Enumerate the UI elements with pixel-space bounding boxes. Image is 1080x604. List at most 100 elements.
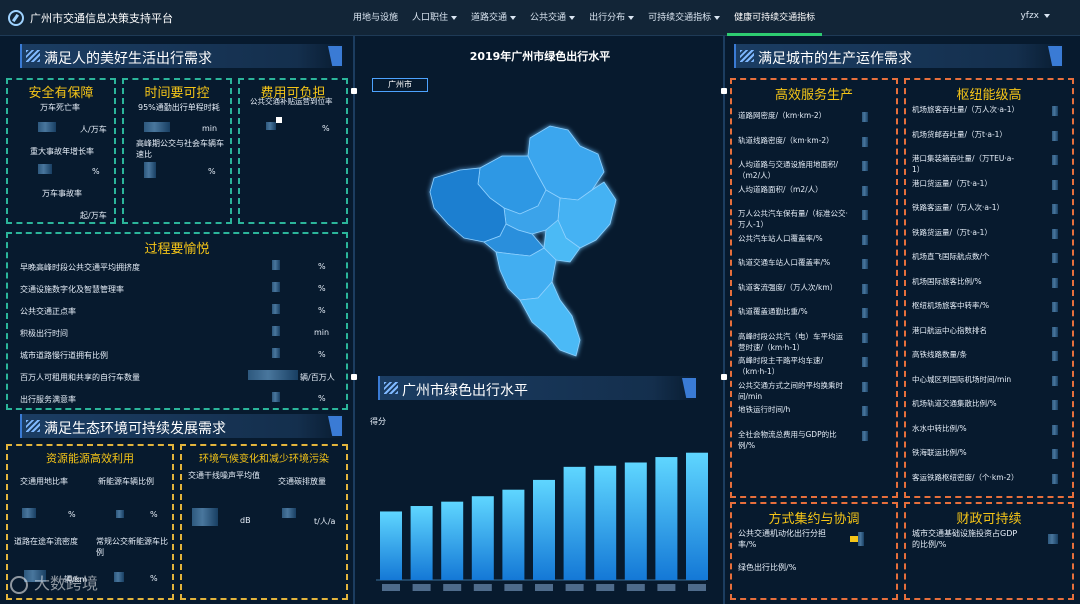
section-header-life-needs: 满足人的美好生活出行需求: [20, 44, 346, 68]
metric-value-blurred: [1052, 106, 1058, 116]
metric-label: 轨道客流强度/（万人次/km）: [738, 282, 838, 292]
chart-x-tick-label: [443, 584, 462, 591]
metric-label: 出行服务满意率: [20, 395, 76, 404]
section-title: 满足生态环境可持续发展需求: [44, 421, 226, 437]
metric-value-blurred: [1052, 424, 1058, 435]
metric-unit: 辆/百万人: [300, 373, 335, 382]
metric-label: 常规公交新能源车比例: [96, 537, 168, 557]
metric-label: 交通干线噪声平均值: [188, 471, 260, 480]
chart-x-tick-label: [412, 584, 431, 591]
panel-climate: 环境气候变化和减少环境污染 交通干线噪声平均值 交通碳排放量 dB t/人/a: [180, 444, 348, 600]
chart-bar: [624, 462, 647, 580]
nav-item[interactable]: 公共交通: [523, 0, 582, 36]
metric-value-blurred: [1052, 179, 1058, 190]
nav-item-label: 健康可持续交通指标: [734, 13, 816, 23]
watermark-text: 大数跨境: [34, 574, 99, 593]
chart-bar: [655, 457, 678, 580]
metric-value-blurred: [1052, 449, 1058, 459]
metric-label: 铁路客运量/（万人次·a-1）: [912, 203, 1004, 212]
chart-x-tick-label: [657, 584, 676, 591]
metric-label: 公共交通方式之间的平均换乘时间/min: [738, 380, 843, 401]
metric-label: 高峰时段公共汽（电）车平均运营时速/（km·h-1）: [738, 331, 843, 352]
metric-unit: %: [68, 510, 76, 519]
metric-value-blurred: [22, 508, 36, 518]
metric-value-blurred: [862, 332, 868, 343]
chart-bar: [441, 501, 464, 580]
metric-unit: min: [202, 124, 218, 133]
metric-value-blurred: [1052, 302, 1058, 312]
chart-x-tick-label: [688, 584, 706, 591]
metric-value-blurred: [144, 162, 156, 178]
resize-handle-right[interactable]: [721, 88, 727, 94]
metric-label: 公共交通补贴运营到位率: [250, 97, 333, 106]
chart-bar: [686, 452, 708, 580]
panel-service: 高效服务生产 道路网密度/（km·km-2） 轨道线路密度/（km·km-2） 人均…: [730, 78, 898, 498]
chart-x-tick-label: [596, 584, 615, 591]
metric-value-blurred: [862, 210, 868, 220]
metric-label: 高峰时段主干路平均车速/（km·h-1）: [738, 356, 824, 376]
metric-unit: %: [150, 574, 158, 583]
panel-cost: 费用可负担 公共交通补贴运营到位率 %: [238, 78, 348, 224]
resize-handle-left[interactable]: [351, 88, 357, 94]
metric-unit: %: [318, 350, 326, 359]
nav-item-label: 道路交通: [471, 13, 508, 23]
chevron-down-icon: [1044, 13, 1050, 18]
metric-label: 机场旅客吞吐量/（万人次·a-1）: [912, 105, 1019, 114]
metric-unit: 起/万车: [80, 211, 107, 220]
header-tab-decor: [328, 46, 342, 66]
resize-handle-right-lower[interactable]: [721, 374, 727, 380]
chart-bar: [380, 511, 402, 580]
metric-unit: 人/万车: [80, 125, 107, 134]
metric-value-blurred: [1052, 228, 1058, 239]
guangzhou-district-map[interactable]: [420, 120, 620, 380]
metric-label: 港口货运量/（万t·a-1）: [912, 178, 992, 188]
nav-item-label: 用地与设施: [353, 13, 399, 23]
metric-value-blurred: [272, 326, 280, 336]
metric-value-blurred: [192, 508, 218, 526]
chevron-down-icon: [510, 15, 517, 20]
metric-value-blurred: [1052, 277, 1058, 288]
chevron-down-icon: [628, 15, 635, 20]
metric-value-blurred: [862, 161, 868, 171]
metric-value-blurred: [272, 282, 280, 292]
panel-title: 资源能源高效利用: [46, 452, 134, 465]
metric-label: 港口集装箱吞吐量/（万TEU·a-1）: [912, 154, 1015, 174]
metric-label: 高铁线路数量/条: [912, 350, 968, 359]
metric-label: 绿色出行比例/%: [738, 563, 797, 572]
metric-unit: %: [322, 124, 330, 133]
nav-item[interactable]: 可持续交通指标: [641, 0, 727, 36]
nav-item[interactable]: 用地与设施: [346, 0, 405, 36]
chart-bar: [594, 465, 617, 580]
nav-item[interactable]: 人口职住: [405, 0, 464, 36]
nav-item[interactable]: 健康可持续交通指标: [727, 0, 823, 36]
panel-hub: 枢纽能级高 机场旅客吞吐量/（万人次·a-1） 机场货邮吞吐量/（万t·a-1） 港…: [904, 78, 1074, 498]
metric-label: 城市交通基础设施投资占GDP的比例/%: [912, 529, 1018, 549]
metric-value-blurred: [116, 510, 124, 518]
panel-title: 安全有保障: [28, 86, 94, 101]
green-travel-bar-chart: [376, 452, 708, 591]
metric-label: 交通碳排放量: [278, 477, 326, 486]
metric-label: 高峰期公交与社会车辆车速比: [136, 139, 224, 159]
metric-label: 轨道覆盖通勤比重/%: [738, 307, 808, 316]
metric-value-blurred: [862, 406, 868, 416]
resize-handle-left-lower[interactable]: [351, 374, 357, 380]
metric-value-blurred: [862, 234, 868, 245]
metric-label: 万车事故率: [42, 189, 82, 198]
nav-item-label: 人口职住: [412, 13, 449, 23]
user-menu[interactable]: yfzx: [1020, 11, 1050, 21]
right-column-divider: [723, 36, 725, 604]
metric-value-blurred: [862, 136, 868, 147]
metric-value-blurred: [862, 259, 868, 269]
city-selector[interactable]: 广州市: [372, 78, 428, 92]
panel-safety: 安全有保障 万车死亡率 人/万车 重大事故年增长率 % 万车事故率 起/万车: [6, 78, 116, 224]
nav-item[interactable]: 道路交通: [464, 0, 523, 36]
metric-unit: %: [318, 394, 326, 403]
header-tab-decor: [682, 378, 696, 398]
metric-unit: dB: [240, 516, 251, 525]
chart-x-tick-label: [565, 584, 584, 591]
metric-label: 中心城区到国际机场时间/min: [912, 374, 1012, 384]
nav-item[interactable]: 出行分布: [582, 0, 641, 36]
metric-value-blurred: [1052, 326, 1058, 337]
metric-label: 机场国际旅客比例/%: [912, 276, 982, 286]
watermark-logo-icon: [10, 575, 28, 594]
